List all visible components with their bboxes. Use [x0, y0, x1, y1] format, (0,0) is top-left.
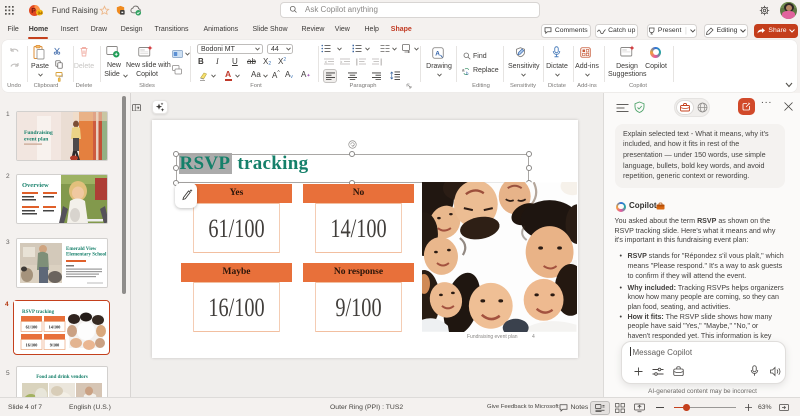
svg-text:RSVP tracking: RSVP tracking [22, 310, 55, 315]
svg-text:Elementary School: Elementary School [66, 253, 107, 258]
svg-text:94: 94 [38, 10, 43, 15]
svg-text:14/100: 14/100 [49, 324, 61, 329]
svg-text:Overview: Overview [22, 182, 49, 189]
svg-text:event plan: event plan [24, 136, 48, 142]
svg-text:Food and drink vendors: Food and drink vendors [36, 375, 88, 380]
svg-text:61/100: 61/100 [26, 324, 38, 329]
svg-text:Fundraising: Fundraising [24, 130, 53, 136]
svg-text:Emerald View: Emerald View [66, 247, 97, 252]
svg-text:9/100: 9/100 [50, 342, 60, 347]
svg-text:16/100: 16/100 [26, 342, 38, 347]
svg-text:P: P [31, 8, 36, 15]
